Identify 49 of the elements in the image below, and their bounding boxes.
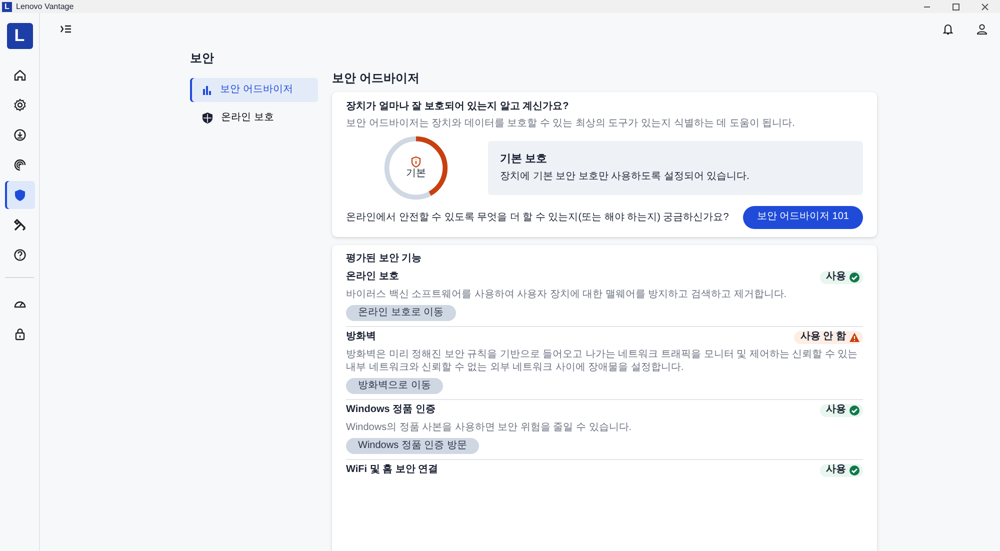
- subnav-item[interactable]: 온라인 보호: [190, 106, 318, 130]
- spiral-icon: [12, 158, 26, 172]
- bar-chart-icon: [202, 85, 212, 95]
- check-circle-icon: [849, 404, 860, 416]
- feature-link-button[interactable]: 온라인 보호로 이동: [346, 304, 456, 321]
- menu-icon[interactable]: [60, 24, 72, 34]
- bell-icon[interactable]: [942, 23, 954, 35]
- page-title: 보안 어드바이저: [332, 71, 420, 86]
- shield-icon: [12, 188, 26, 202]
- shield-icon: [202, 112, 213, 124]
- feature-description: 바이러스 백신 소프트웨어를 사용하여 사용자 장치에 대한 맬웨어를 방지하고 검색하고 제거합니다.: [346, 288, 788, 300]
- app-icon: L: [2, 2, 12, 12]
- warning-icon: [849, 332, 860, 343]
- status-text: 사용: [826, 404, 846, 416]
- feature-name: Windows 정품 인증: [346, 404, 436, 416]
- tools-icon: [12, 218, 26, 232]
- user-icon[interactable]: [976, 23, 988, 35]
- status-text: 사용: [826, 271, 846, 284]
- description-text: 보안 어드바이저는 장치와 데이터를 보호할 수 있는 최상의 도구가 있는지 식별하는 데 도움이 됩니다.: [346, 118, 796, 130]
- shield-info-icon: [411, 156, 421, 168]
- feature-name: 방화벽: [346, 331, 376, 344]
- status-text: 장치에 기본 보안 보호만 사용하도록 설정되어 있습니다.: [500, 170, 750, 184]
- protection-gauge: [382, 134, 450, 202]
- feature-link-button[interactable]: 방화벽으로 이동: [346, 378, 443, 394]
- window-title: Lenovo Vantage: [16, 1, 74, 13]
- download-icon: [12, 128, 26, 142]
- nav-rail-item[interactable]: [4, 181, 34, 209]
- feature-link-button[interactable]: Windows 정품 인증 방문: [346, 438, 479, 454]
- section-title: 보안: [190, 51, 215, 66]
- help-icon: [12, 248, 26, 262]
- lock-icon: [12, 327, 26, 341]
- feature-name: WiFi 및 홈 보안 연결: [346, 464, 438, 476]
- check-circle-icon: [849, 272, 860, 283]
- status-title: 기본 보호: [500, 152, 548, 167]
- feature-description: 방화벽은 미리 정해진 보안 규칙을 기반으로 들어오고 나가는 네트워크 트래픽을 모니터 및 제어하는 신뢰할 수 있는 내부 네트워크와 신뢰할 수 없는 외부 네트워크 사이에 장애물을 설정합니다.: [346, 348, 859, 374]
- security-advisor-button[interactable]: 보안 어드바이저 101: [742, 206, 863, 228]
- status-text: 사용: [826, 464, 846, 476]
- feature-description: Windows의 정품 사본을 사용하면 보안 위험을 줄일 수 있습니다.: [346, 420, 633, 434]
- home-icon: [12, 68, 26, 82]
- gear-icon: [12, 98, 26, 112]
- status-text: 사용 안 함: [800, 331, 846, 344]
- prompt-text: 온라인에서 안전할 수 있도록 무엇을 더 할 수 있는지(또는 해야 하는지) 궁금하신가요?: [346, 210, 729, 224]
- gauge-label: 기본: [406, 168, 426, 180]
- app-logo: L: [6, 23, 32, 49]
- features-title: 평가된 보안 기능: [346, 252, 423, 265]
- check-circle-icon: [849, 464, 860, 476]
- feature-name: 온라인 보호: [346, 271, 399, 284]
- question-heading: 장치가 얼마나 잘 보호되어 있는지 알고 계신가요?: [346, 101, 570, 114]
- subnav-item[interactable]: 보안 어드바이저: [190, 78, 318, 102]
